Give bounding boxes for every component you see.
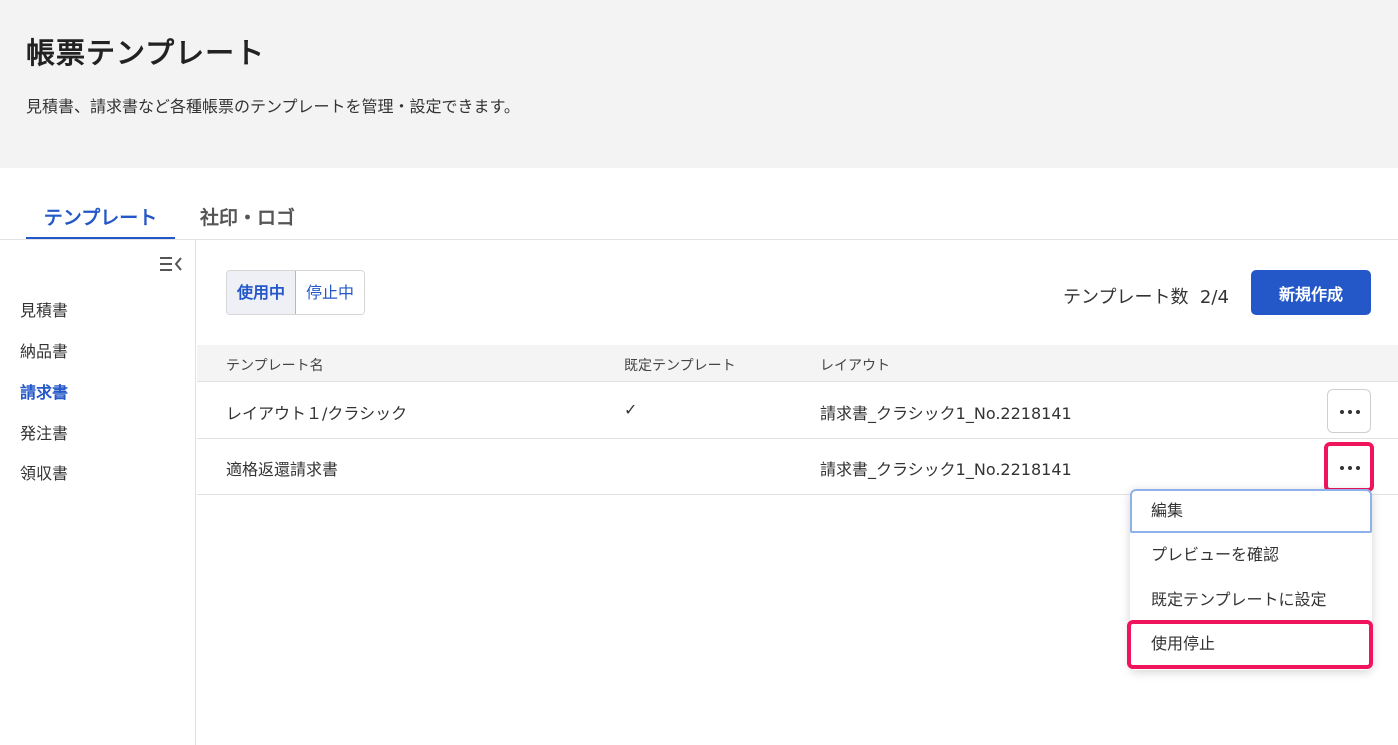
template-layout: 請求書_クラシック1_No.2218141	[820, 404, 1072, 423]
highlight-actions-button	[1324, 442, 1374, 492]
page-title: 帳票テンプレート	[26, 36, 266, 70]
status-active-button[interactable]: 使用中	[227, 271, 297, 314]
sidebar: 見積書 納品書 請求書 発注書 領収書	[0, 240, 196, 745]
table-header: テンプレート名 既定テンプレート レイアウト	[197, 345, 1398, 382]
menu-item-edit[interactable]: 編集	[1130, 489, 1372, 533]
status-toggle: 使用中 停止中	[226, 270, 366, 315]
template-name: 適格返還請求書	[226, 460, 339, 479]
default-check: ✓	[624, 400, 638, 419]
page-description: 見積書、請求書など各種帳票のテンプレートを管理・設定できます。	[26, 97, 520, 116]
column-header-layout: レイアウト	[820, 358, 890, 374]
sidebar-item-receipt[interactable]: 領収書	[20, 460, 68, 484]
page-header: 帳票テンプレート 見積書、請求書など各種帳票のテンプレートを管理・設定できます。	[0, 0, 1398, 168]
collapse-sidebar-icon[interactable]	[158, 254, 184, 274]
sidebar-item-purchase-order[interactable]: 発注書	[20, 420, 68, 444]
status-stopped-button[interactable]: 停止中	[296, 271, 365, 314]
tab-templates[interactable]: テンプレート	[26, 204, 175, 240]
table-row: レイアウト１/クラシック ✓ 請求書_クラシック1_No.2218141	[197, 383, 1398, 439]
more-icon	[1340, 410, 1360, 414]
highlight-stop-use	[1127, 620, 1373, 669]
menu-item-preview[interactable]: プレビューを確認	[1130, 535, 1372, 579]
sidebar-item-invoice[interactable]: 請求書	[20, 379, 68, 403]
sidebar-item-quotation[interactable]: 見積書	[20, 297, 68, 321]
menu-item-set-default[interactable]: 既定テンプレートに設定	[1130, 580, 1372, 624]
template-layout: 請求書_クラシック1_No.2218141	[820, 460, 1072, 479]
tab-bar: テンプレート 社印・ロゴ	[26, 204, 320, 240]
column-header-name: テンプレート名	[226, 358, 324, 374]
sidebar-item-delivery[interactable]: 納品書	[20, 338, 68, 362]
template-name: レイアウト１/クラシック	[226, 404, 408, 423]
template-count-label: テンプレート数	[1063, 287, 1189, 308]
tab-seal-logo[interactable]: 社印・ロゴ	[175, 204, 320, 240]
template-count: テンプレート数 2/4	[1063, 283, 1229, 309]
template-count-value: 2/4	[1199, 287, 1229, 308]
row-actions-button[interactable]	[1327, 389, 1371, 433]
new-template-button[interactable]: 新規作成	[1251, 270, 1371, 315]
column-header-default: 既定テンプレート	[624, 358, 736, 374]
tab-divider	[0, 239, 1398, 240]
table-row: 適格返還請求書 請求書_クラシック1_No.2218141	[197, 439, 1398, 495]
